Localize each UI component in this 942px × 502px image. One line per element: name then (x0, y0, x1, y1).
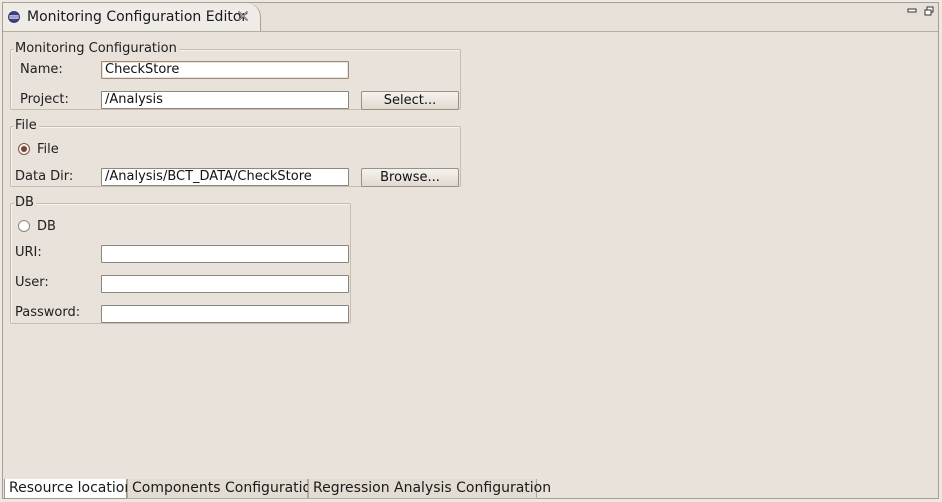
browse-button[interactable]: Browse... (361, 168, 459, 187)
name-field[interactable]: CheckStore (101, 61, 349, 79)
db-radio[interactable] (18, 220, 30, 232)
file-radio[interactable] (18, 143, 30, 155)
db-radio-label[interactable]: DB (37, 219, 56, 234)
tab-regression-analysis-configuration[interactable]: Regression Analysis Configuration (308, 479, 551, 499)
data-dir-label: Data Dir: (15, 169, 74, 184)
db-group-title: DB (14, 195, 36, 210)
project-field[interactable]: /Analysis (101, 91, 349, 109)
name-label: Name: (20, 62, 63, 77)
user-field[interactable] (101, 275, 349, 293)
password-field[interactable] (101, 305, 349, 323)
select-project-button[interactable]: Select... (361, 91, 459, 110)
editor-tab-title: Monitoring Configuration Editor (27, 9, 248, 25)
uri-label: URI: (15, 245, 42, 260)
file-radio-label[interactable]: File (37, 142, 59, 157)
minimize-icon[interactable] (907, 6, 917, 16)
eclipse-globe-icon (8, 11, 20, 23)
data-dir-field[interactable]: /Analysis/BCT_DATA/CheckStore (101, 168, 349, 186)
close-icon[interactable] (237, 10, 249, 22)
tab-resource-location[interactable]: Resource location (4, 479, 133, 499)
user-label: User: (15, 275, 49, 290)
tab-components-configuration[interactable]: Components Configuration (127, 479, 320, 499)
content-top-border (3, 31, 938, 32)
monitoring-configuration-group-title: Monitoring Configuration (14, 41, 179, 56)
file-group-title: File (14, 118, 39, 133)
maximize-icon[interactable] (924, 6, 934, 16)
project-label: Project: (20, 92, 69, 107)
editor-tab[interactable]: Monitoring Configuration Editor (3, 3, 261, 31)
uri-field[interactable] (101, 245, 349, 263)
password-label: Password: (15, 305, 81, 320)
